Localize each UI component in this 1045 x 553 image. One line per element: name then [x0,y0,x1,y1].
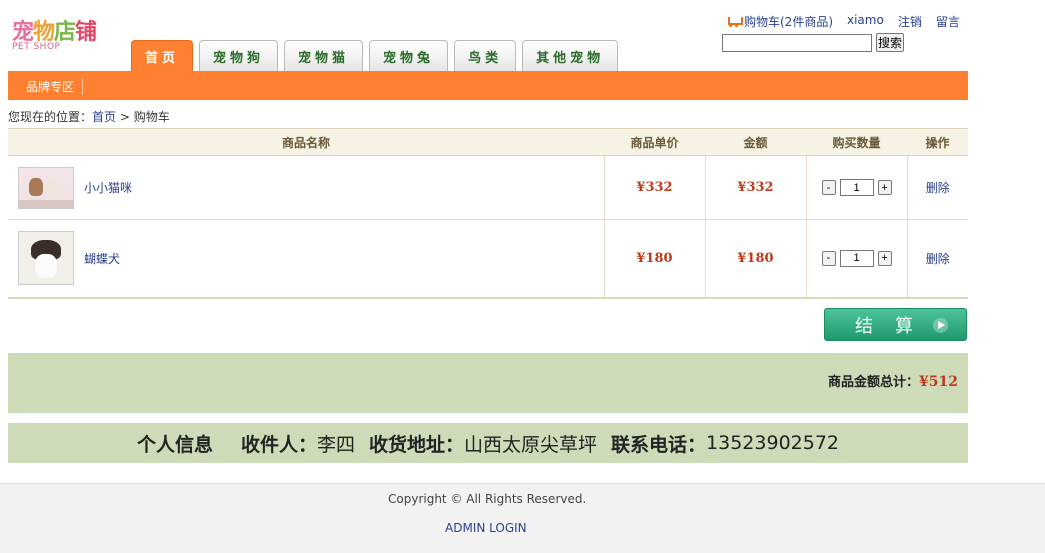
header-unit-price: 商品单价 [604,128,705,156]
header-product-name: 商品名称 [8,128,604,156]
table-row: 小小猫咪 ¥332 ¥332 - + 删除 [8,155,968,220]
order-total: 商品金额总计：¥512 [828,371,958,390]
sub-nav-bar: 品牌专区 [8,71,968,100]
tab-home[interactable]: 首页 [131,40,194,72]
breadcrumb-current: 购物车 [133,110,170,124]
decrease-quantity-button[interactable]: - [821,180,836,195]
footer: Copyright © All Rights Reserved. ADMIN L… [0,483,1045,553]
admin-login-link[interactable]: ADMIN LOGIN [445,521,527,535]
checkout-label: 结算 [855,315,935,337]
total-label: 商品金额总计： [828,375,920,390]
product-name-link[interactable]: 蝴蝶犬 [84,250,120,267]
breadcrumb-home[interactable]: 首页 [92,110,116,124]
breadcrumb-prefix: 您现在的位置： [8,110,93,124]
info-title: 个人信息 [136,433,213,456]
cart-table: 商品名称 商品单价 金额 购买数量 操作 小小猫咪 ¥332 ¥332 - 1 … [8,128,968,299]
tab-dogs[interactable]: 宠物狗 [199,40,279,71]
address-label: 收货地址： [369,433,465,456]
brand-zone-link[interactable]: 品牌专区 [26,78,84,95]
decrease-quantity-button[interactable]: - [821,250,836,266]
product-image-dog[interactable] [18,231,74,286]
total-panel: 商品金额总计：¥512 [8,353,968,413]
delete-link[interactable]: 删除 [926,252,950,266]
logout-link[interactable]: 注销 [898,13,922,30]
total-value: ¥512 [919,374,958,390]
tab-rabbits[interactable]: 宠物兔 [369,40,449,71]
header-quantity: 购买数量 [806,128,907,156]
delete-link[interactable]: 删除 [926,181,950,195]
cart-icon [726,16,743,27]
tab-cats[interactable]: 宠物猫 [284,40,364,71]
search-input[interactable] [722,34,872,52]
page: 宠物店铺 PET SHOP 购物车(2件商品) xiamo 注销 留言 搜索 首… [0,0,1045,553]
tab-other-pets[interactable]: 其他宠物 [522,40,619,71]
unit-price: ¥332 [636,180,673,195]
personal-info-panel: 个人信息 收件人： 李四 收货地址： 山西太原尖草坪 联系电话： 1352390257… [8,423,968,463]
cart-link[interactable]: 购物车(2件商品) [726,13,833,30]
receiver-label: 收件人： [240,433,317,456]
increase-quantity-button[interactable]: + [877,250,892,266]
breadcrumb-separator: > [119,110,130,124]
receiver-value: 李四 [316,433,355,456]
logo-subtitle: PET SHOP [12,42,61,52]
header-action: 操作 [907,128,968,156]
table-row: 蝴蝶犬 ¥180 ¥180 - + 删除 [8,219,968,299]
increase-quantity-button[interactable]: + [877,180,892,195]
quantity-input[interactable] [839,179,874,196]
tab-birds[interactable]: 鸟类 [454,40,517,71]
amount: ¥180 [737,250,774,266]
search-button[interactable]: 搜索 [876,33,904,52]
quantity-stepper: - + [807,179,907,196]
user-link[interactable]: xiamo [847,13,884,30]
main-nav: 首页 宠物狗 宠物猫 宠物兔 鸟类 其他宠物 [131,40,619,72]
quantity-input[interactable] [839,249,874,267]
checkout-button[interactable]: 结算 [824,308,967,341]
amount: ¥332 [737,180,774,195]
logo[interactable]: 宠物店铺 PET SHOP [8,10,128,60]
quantity-stepper: - + [807,249,907,267]
play-arrow-icon [933,318,948,333]
phone-value: 13523902572 [706,432,840,454]
copyright: Copyright © All Rights Reserved. [388,492,587,506]
address-value: 山西太原尖草坪 [464,433,598,456]
top-links: 购物车(2件商品) xiamo 注销 留言 [726,13,960,30]
message-link[interactable]: 留言 [936,13,960,30]
breadcrumb: 您现在的位置：首页 > 购物车 [8,108,170,125]
product-name-link[interactable]: 小小猫咪 [84,179,132,196]
table-header-row: 商品名称 商品单价 金额 购买数量 操作 [8,128,968,156]
phone-label: 联系电话： [611,433,707,456]
product-image-cat[interactable] [18,166,74,209]
unit-price: ¥180 [636,250,673,266]
header-amount: 金额 [705,128,806,156]
